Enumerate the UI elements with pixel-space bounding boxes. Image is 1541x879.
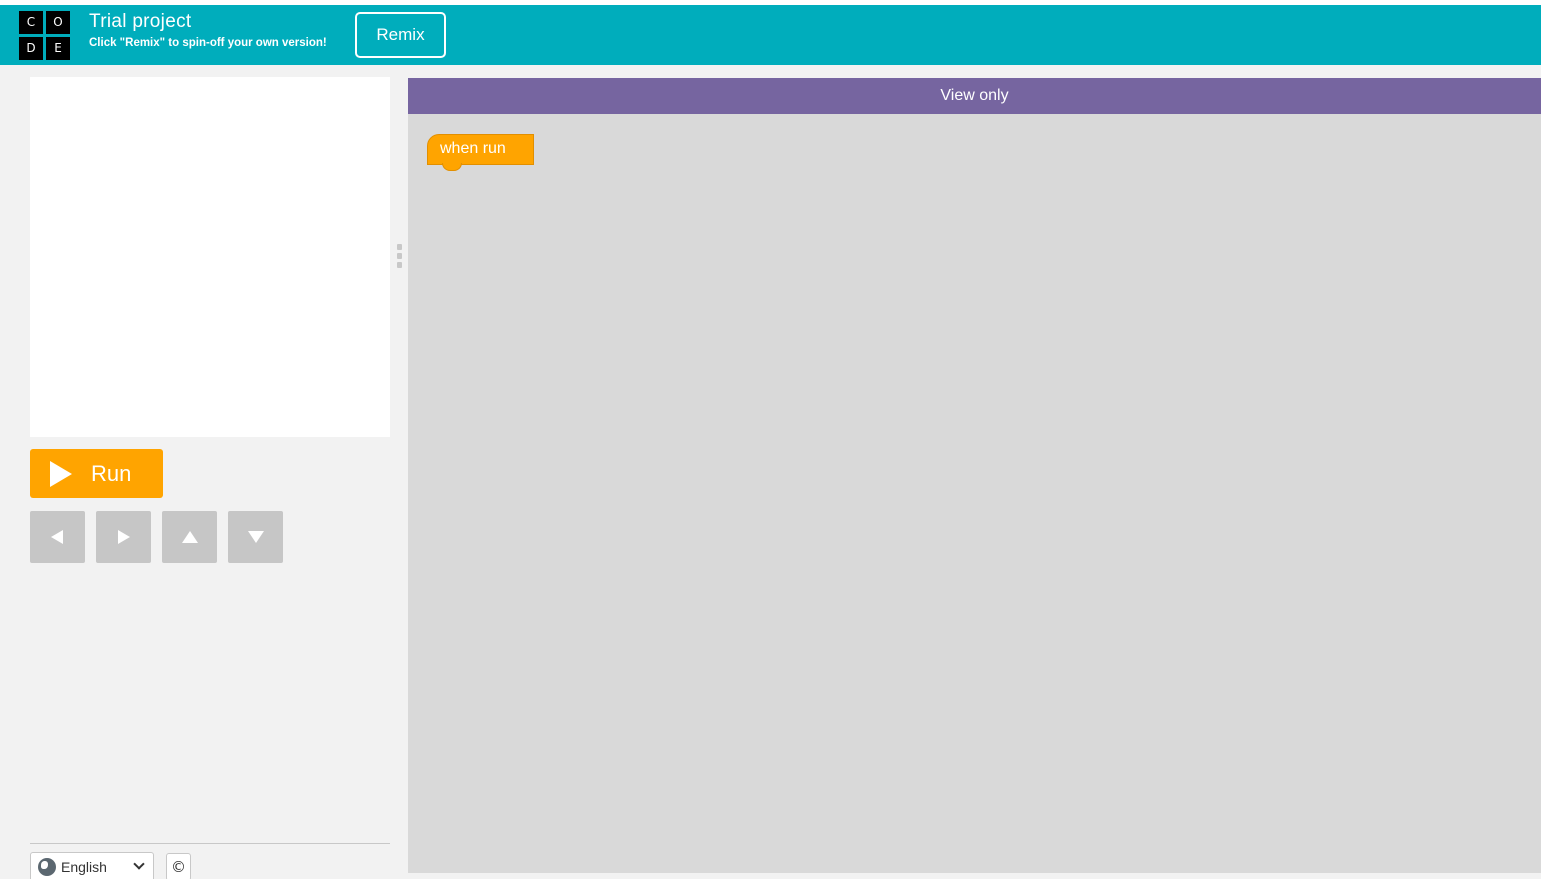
header-bar: C O D E Trial project Click "Remix" to s…	[0, 5, 1541, 65]
blockly-workspace[interactable]: when run	[408, 114, 1541, 873]
left-arrow-button[interactable]	[30, 511, 85, 563]
remix-button[interactable]: Remix	[355, 12, 446, 58]
left-arrow-icon	[51, 530, 63, 544]
language-select[interactable]: English	[30, 852, 154, 879]
right-arrow-icon	[118, 530, 130, 544]
block-label: when run	[440, 140, 506, 157]
resize-handle[interactable]	[396, 244, 402, 268]
chevron-down-icon	[133, 858, 145, 870]
block-notch	[442, 163, 462, 171]
code-logo[interactable]: C O D E	[19, 11, 70, 60]
language-label: English	[61, 859, 107, 875]
globe-icon	[38, 858, 56, 876]
logo-letter: E	[46, 37, 70, 60]
right-arrow-button[interactable]	[96, 511, 151, 563]
down-arrow-icon	[248, 531, 264, 543]
footer-divider	[30, 843, 390, 844]
when-run-block[interactable]: when run	[427, 134, 534, 171]
copyright-button[interactable]: ©	[166, 853, 191, 879]
play-icon	[50, 461, 72, 487]
workspace-header: View only	[408, 78, 1541, 114]
logo-letter: C	[19, 11, 43, 34]
project-title: Trial project	[89, 11, 192, 32]
logo-letter: D	[19, 37, 43, 60]
down-arrow-button[interactable]	[228, 511, 283, 563]
run-button-label: Run	[91, 461, 132, 486]
game-canvas[interactable]	[30, 77, 390, 437]
logo-letter: O	[46, 11, 70, 34]
up-arrow-button[interactable]	[162, 511, 217, 563]
run-button[interactable]: Run	[30, 449, 163, 498]
up-arrow-icon	[182, 531, 198, 543]
project-subtitle: Click "Remix" to spin-off your own versi…	[89, 37, 327, 49]
